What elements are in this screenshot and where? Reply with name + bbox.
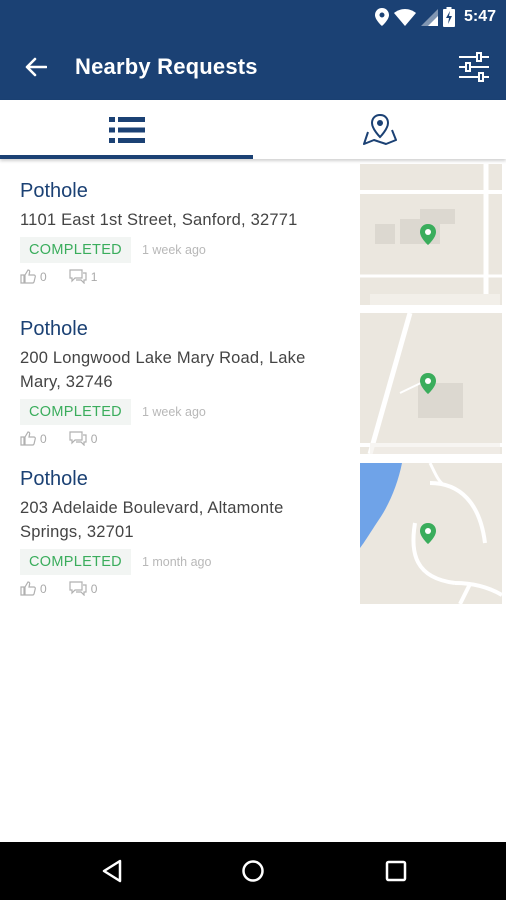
back-button[interactable] xyxy=(16,47,56,87)
filter-button[interactable] xyxy=(454,47,494,87)
comment-icon xyxy=(69,581,87,596)
map-thumbnail[interactable] xyxy=(360,313,502,454)
app-screen: 5:47 Nearby Requests Pothole 1101 East 1… xyxy=(0,0,506,900)
sliders-icon xyxy=(459,52,489,82)
comment-count[interactable]: 0 xyxy=(69,431,98,446)
time-ago: 1 week ago xyxy=(141,243,206,257)
vote-count[interactable]: 0 xyxy=(20,269,47,284)
status-bar: 5:47 xyxy=(0,0,506,34)
comment-count-value: 0 xyxy=(90,431,98,446)
signal-icon xyxy=(420,8,438,26)
list-item[interactable]: Pothole 203 Adelaide Boulevard, Altamont… xyxy=(0,461,506,611)
request-address: 200 Longwood Lake Mary Road, Lake Mary, … xyxy=(20,349,306,391)
nav-recents-button[interactable] xyxy=(376,851,416,891)
request-title: Pothole xyxy=(20,180,88,202)
wifi-icon xyxy=(393,8,416,26)
system-nav-bar xyxy=(0,842,506,900)
app-bar: 5:47 Nearby Requests xyxy=(0,0,506,100)
tab-map[interactable] xyxy=(253,100,506,159)
request-title: Pothole xyxy=(20,468,88,490)
comment-count[interactable]: 1 xyxy=(69,269,98,284)
location-icon xyxy=(374,8,389,26)
comment-icon xyxy=(69,269,87,284)
comment-count[interactable]: 0 xyxy=(69,581,98,596)
nav-back-button[interactable] xyxy=(92,851,132,891)
list-item[interactable]: Pothole 1101 East 1st Street, Sanford, 3… xyxy=(0,160,506,310)
time-ago: 1 week ago xyxy=(141,405,206,419)
map-thumbnail-image xyxy=(360,313,502,454)
list-icon xyxy=(108,116,145,143)
map-thumbnail[interactable] xyxy=(360,463,502,604)
page-title: Nearby Requests xyxy=(75,54,258,79)
status-badge: COMPLETED xyxy=(20,399,131,425)
vote-count-value: 0 xyxy=(40,431,47,446)
tab-indicator xyxy=(0,155,253,159)
vote-count-value: 0 xyxy=(40,581,47,596)
request-list: Pothole 1101 East 1st Street, Sanford, 3… xyxy=(0,160,506,611)
tab-list[interactable] xyxy=(0,100,253,159)
request-address: 1101 East 1st Street, Sanford, 32771 xyxy=(20,211,298,229)
comment-icon xyxy=(69,431,87,446)
nav-home-button[interactable] xyxy=(233,851,273,891)
vote-count[interactable]: 0 xyxy=(20,581,47,596)
back-triangle-icon xyxy=(102,859,122,883)
time-ago: 1 month ago xyxy=(141,555,212,569)
home-circle-icon xyxy=(242,860,264,882)
comment-count-value: 0 xyxy=(90,581,98,596)
status-badge: COMPLETED xyxy=(20,549,131,575)
view-tabs xyxy=(0,100,506,159)
vote-count-value: 0 xyxy=(40,269,47,284)
thumbs-up-icon xyxy=(20,269,36,284)
map-pin-icon xyxy=(362,113,397,145)
map-thumbnail[interactable] xyxy=(360,164,502,305)
request-title: Pothole xyxy=(20,318,88,340)
list-item[interactable]: Pothole 200 Longwood Lake Mary Road, Lak… xyxy=(0,310,506,461)
comment-count-value: 1 xyxy=(90,269,98,284)
battery-charging-icon xyxy=(442,7,455,27)
toolbar: Nearby Requests xyxy=(0,34,506,100)
thumbs-up-icon xyxy=(20,581,36,596)
map-thumbnail-image xyxy=(360,164,502,305)
status-badge: COMPLETED xyxy=(20,237,131,263)
map-thumbnail-image xyxy=(360,463,502,604)
thumbs-up-icon xyxy=(20,431,36,446)
vote-count[interactable]: 0 xyxy=(20,431,47,446)
recents-square-icon xyxy=(385,860,407,882)
request-address: 203 Adelaide Boulevard, Altamonte Spring… xyxy=(20,499,284,541)
arrow-back-icon xyxy=(25,57,47,77)
status-time: 5:47 xyxy=(463,8,496,25)
